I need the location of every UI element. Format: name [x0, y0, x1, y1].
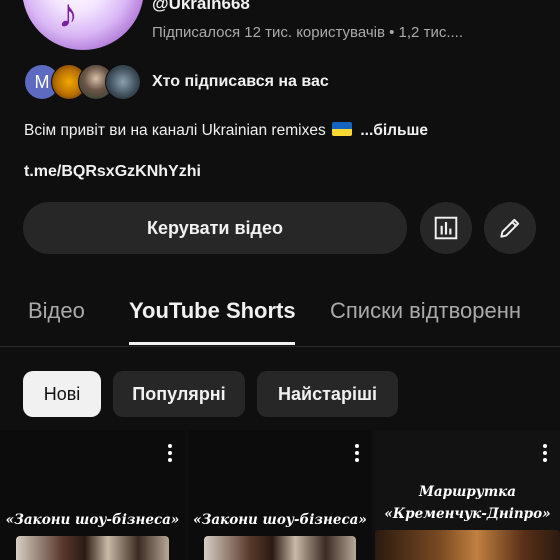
edit-channel-button[interactable]	[484, 202, 536, 254]
channel-link[interactable]: t.me/BQRsxGzKNhYzhi	[24, 163, 201, 181]
short-caption: «Закони шоу-бізнеса»	[193, 512, 367, 528]
short-thumbnail[interactable]: Маршрутка «Кременчук-Дніпро»	[375, 430, 560, 560]
subscriber-avatars[interactable]: M	[24, 64, 141, 100]
channel-stats[interactable]: Підписалося 12 тис. користувачів • 1,2 т…	[152, 24, 463, 41]
tab-videos[interactable]: Відео	[28, 298, 85, 324]
manage-videos-button[interactable]: Керувати відео	[23, 202, 407, 254]
description-more[interactable]: ...більше	[360, 122, 428, 139]
channel-handle: @Ukrain668	[152, 0, 250, 13]
channel-tabs: Відео YouTube Shorts Списки відтворенн	[0, 280, 560, 347]
pencil-icon	[500, 218, 520, 238]
bar-chart-icon	[434, 216, 458, 240]
subscriber-avatar	[105, 64, 141, 100]
short-caption: «Закони шоу-бізнеса»	[5, 512, 180, 528]
tab-playlists[interactable]: Списки відтворенн	[330, 298, 521, 324]
music-note-icon: ♪	[58, 0, 78, 36]
short-image	[16, 536, 169, 560]
analytics-button[interactable]	[420, 202, 472, 254]
short-caption: Маршрутка	[418, 484, 517, 500]
short-caption: «Кременчук-Дніпро»	[384, 506, 551, 522]
short-thumbnail[interactable]: «Закони шоу-бізнеса»	[0, 430, 185, 560]
channel-description[interactable]: Всім привіт ви на каналі Ukrainian remix…	[24, 122, 428, 140]
more-vert-icon[interactable]	[167, 444, 173, 464]
more-vert-icon[interactable]	[542, 444, 548, 464]
tab-shorts[interactable]: YouTube Shorts	[129, 298, 296, 324]
filter-chip-oldest[interactable]: Найстаріші	[257, 371, 398, 417]
channel-avatar[interactable]: ♪	[22, 0, 144, 50]
short-image	[204, 536, 356, 560]
filter-chip-popular[interactable]: Популярні	[113, 371, 245, 417]
short-thumbnail[interactable]: «Закони шоу-бізнеса»	[188, 430, 372, 560]
subscribers-link[interactable]: Хто підписався на вас	[152, 73, 329, 91]
active-tab-indicator	[129, 342, 295, 345]
ukraine-flag-icon	[332, 122, 353, 136]
avatar-initial: M	[34, 71, 50, 92]
description-text: Всім привіт ви на каналі Ukrainian remix…	[24, 122, 326, 139]
more-vert-icon[interactable]	[354, 444, 360, 464]
filter-chip-new[interactable]: Нові	[23, 371, 101, 417]
short-image	[375, 530, 560, 560]
